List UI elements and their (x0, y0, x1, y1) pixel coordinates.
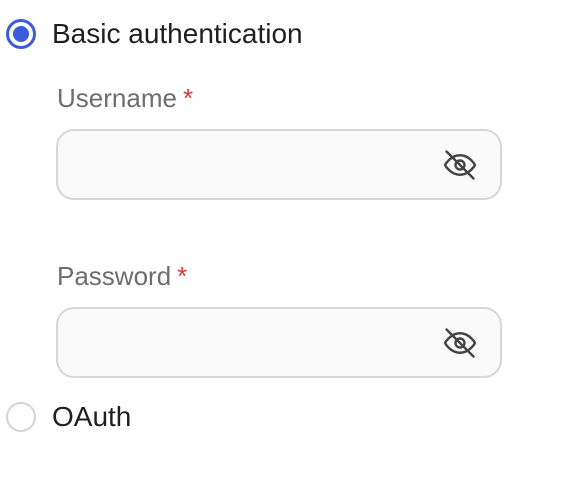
oauth-radio[interactable] (6, 402, 36, 432)
password-required-marker: * (177, 261, 188, 291)
basic-authentication-label: Basic authentication (52, 18, 303, 49)
username-label: Username * (57, 82, 193, 114)
password-label: Password * (57, 260, 187, 292)
username-input[interactable] (74, 131, 434, 198)
password-label-text: Password (57, 261, 172, 291)
basic-authentication-radio[interactable] (6, 19, 36, 49)
radio-option-oauth[interactable]: OAuth (6, 399, 131, 435)
radio-option-basic-authentication[interactable]: Basic authentication (6, 16, 303, 52)
username-label-text: Username (57, 83, 177, 113)
username-required-marker: * (182, 83, 194, 113)
password-field[interactable] (56, 307, 502, 378)
oauth-label: OAuth (52, 401, 132, 432)
eye-off-icon[interactable] (442, 147, 478, 183)
username-field[interactable] (56, 129, 502, 200)
eye-off-icon[interactable] (442, 325, 478, 361)
password-input[interactable] (74, 309, 434, 376)
